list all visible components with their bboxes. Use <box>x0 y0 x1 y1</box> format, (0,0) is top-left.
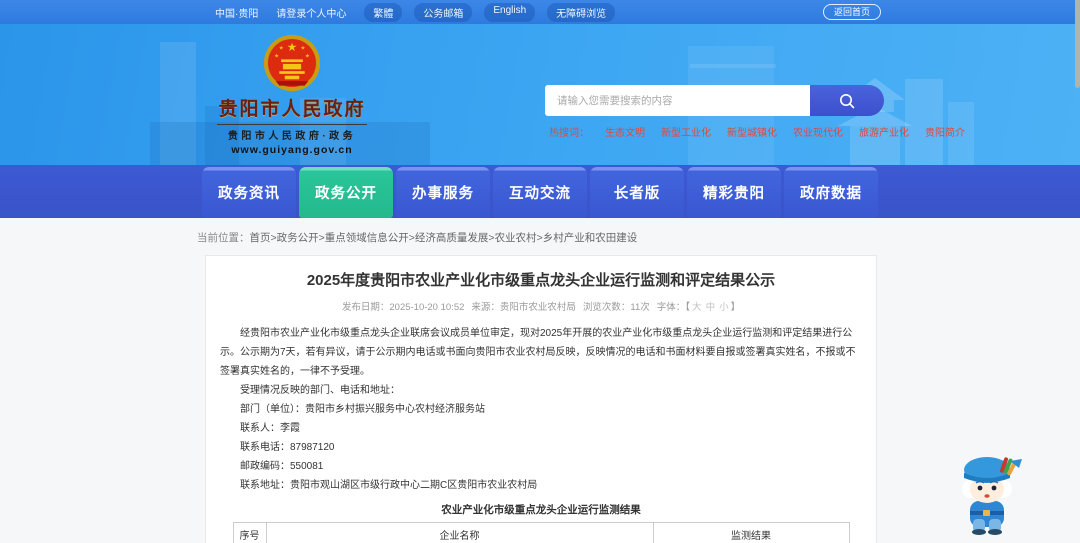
breadcrumb: 当前位置：首页>政务公开>重点领域信息公开>经济高质量发展>农业农村>乡村产业和… <box>197 230 637 245</box>
hot-search-words: 生态文明 新型工业化 新型城镇化 农业现代化 旅游产业化 贵阳简介 <box>605 124 965 139</box>
breadcrumb-segment-1[interactable]: 政务公开 <box>277 232 319 244</box>
table-col-header-2: 监测结果 <box>652 522 850 543</box>
topbar: 中国·贵阳 请登录个人中心 繁體 公务邮箱 English 无障碍浏览 返回首页 <box>0 0 1080 24</box>
hot-word-5[interactable]: 贵阳简介 <box>925 124 965 139</box>
table-col-header-0: 序号 <box>232 522 267 543</box>
topbar-pill-link-2[interactable]: English <box>484 2 536 22</box>
article-paragraph-4: 联系电话：87987120 <box>240 442 335 453</box>
site-logo-block[interactable]: ★ ★ ★ ★ ★ 贵阳市人民政府 贵阳市人民政府·政务 www.guiyang… <box>203 34 381 156</box>
topbar-login-link[interactable]: 请登录个人中心 <box>276 5 346 20</box>
scrollbar-thumb[interactable] <box>1075 0 1080 88</box>
main-navigation: 政务资讯 政务公开 办事服务 互动交流 长者版 精彩贵阳 政府数据 <box>0 165 1080 218</box>
nav-tab-2[interactable]: 办事服务 <box>396 167 490 218</box>
site-title-divider <box>217 124 367 125</box>
article-meta: 发布日期：2025-10-20 10:52 来源：贵阳市农业农村局 浏览次数：1… <box>220 299 862 313</box>
meta-publish-date: 发布日期：2025-10-20 10:52 <box>341 302 465 313</box>
banner-cityscape <box>150 42 974 165</box>
font-size-option-2[interactable]: 小 <box>719 302 729 313</box>
site-url: www.guiyang.gov.cn <box>231 144 353 156</box>
meta-font-label: 字体：【 <box>656 302 691 313</box>
topbar-pill-link-1[interactable]: 公务邮箱 <box>414 2 473 22</box>
service-mascot-figure[interactable] <box>950 449 1024 535</box>
meta-view-count: 浏览次数：11次 <box>582 302 650 313</box>
meta-font-control: 字体：【大中小】 <box>657 299 740 313</box>
hot-word-3[interactable]: 农业现代化 <box>793 124 843 139</box>
search-input[interactable] <box>545 85 810 116</box>
article-paragraph-6: 联系地址：贵阳市观山湖区市级行政中心二期C区贵阳市农业农村局 <box>240 480 538 491</box>
topbar-links: 中国·贵阳 请登录个人中心 繁體 公务邮箱 English 无障碍浏览 <box>215 2 616 22</box>
article-paragraph-1: 受理情况反映的部门、电话和地址： <box>240 385 400 396</box>
breadcrumb-segment-5[interactable]: 乡村产业和农田建设 <box>543 232 638 244</box>
font-size-option-1[interactable]: 中 <box>706 302 716 313</box>
topbar-pill-link-0[interactable]: 繁體 <box>364 2 403 22</box>
hot-search-row: 热搜词： 生态文明 新型工业化 新型城镇化 农业现代化 旅游产业化 贵阳简介 <box>549 124 965 139</box>
meta-source: 来源：贵阳市农业农村局 <box>471 302 576 313</box>
breadcrumb-segment-0[interactable]: 首页 <box>250 232 271 244</box>
hot-word-2[interactable]: 新型城镇化 <box>727 124 777 139</box>
hot-word-4[interactable]: 旅游产业化 <box>859 124 909 139</box>
svg-text:★: ★ <box>305 54 310 60</box>
table-caption: 农业产业化市级重点龙头企业运行监测结果 <box>441 504 641 516</box>
svg-text:★: ★ <box>287 41 298 54</box>
article-paragraph-3: 联系人：李霞 <box>240 423 300 434</box>
svg-text:★: ★ <box>300 45 305 51</box>
hot-word-1[interactable]: 新型工业化 <box>661 124 711 139</box>
svg-text:★: ★ <box>279 45 284 51</box>
table-header-row: 序号 企业名称 监测结果 <box>232 522 850 543</box>
topbar-pill-links: 繁體 公务邮箱 English 无障碍浏览 <box>364 2 616 22</box>
meta-font-close: 】 <box>730 302 741 313</box>
font-size-option-0[interactable]: 大 <box>692 302 702 313</box>
topbar-region-link[interactable]: 中国·贵阳 <box>215 5 258 20</box>
svg-text:★: ★ <box>274 54 279 60</box>
nav-tab-6[interactable]: 政府数据 <box>784 167 878 218</box>
site-banner: ★ ★ ★ ★ ★ 贵阳市人民政府 贵阳市人民政府·政务 www.guiyang… <box>0 24 1080 165</box>
hot-word-0[interactable]: 生态文明 <box>605 124 645 139</box>
topbar-pill-link-3[interactable]: 无障碍浏览 <box>547 2 616 22</box>
article-card: 2025年度贵阳市农业产业化市级重点龙头企业运行监测和评定结果公示 发布日期：2… <box>205 255 877 543</box>
nav-tab-0[interactable]: 政务资讯 <box>202 167 296 218</box>
site-subtitle: 贵阳市人民政府·政务 <box>227 131 357 142</box>
article-paragraph-0: 经贵阳市农业产业化市级重点龙头企业联席会议成员单位审定，现对2025年开展的农业… <box>220 328 856 377</box>
breadcrumb-path: 首页>政务公开>重点领域信息公开>经济高质量发展>农业农村>乡村产业和农田建设 <box>250 232 638 244</box>
content-area: 当前位置：首页>政务公开>重点领域信息公开>经济高质量发展>农业农村>乡村产业和… <box>0 218 1080 543</box>
article-paragraph-2: 部门（单位）：贵阳市乡村振兴服务中心农村经济服务站 <box>240 404 485 415</box>
magnifier-icon <box>840 93 855 108</box>
hot-search-label: 热搜词： <box>549 128 589 139</box>
breadcrumb-label: 当前位置： <box>197 232 250 244</box>
site-title: 贵阳市人民政府 <box>218 99 366 120</box>
breadcrumb-segment-3[interactable]: 经济高质量发展 <box>415 232 489 244</box>
breadcrumb-segment-4[interactable]: 农业农村 <box>495 232 537 244</box>
search-button[interactable] <box>810 85 884 116</box>
article-title: 2025年度贵阳市农业产业化市级重点龙头企业运行监测和评定结果公示 <box>306 272 776 289</box>
article-body: 经贵阳市农业产业化市级重点龙头企业联席会议成员单位审定，现对2025年开展的农业… <box>220 324 862 495</box>
nav-tab-5[interactable]: 精彩贵阳 <box>687 167 781 218</box>
nav-tab-1[interactable]: 政务公开 <box>299 167 393 218</box>
article-paragraph-5: 邮政编码：550081 <box>240 461 324 472</box>
search-bar <box>545 85 884 116</box>
nav-tab-3[interactable]: 互动交流 <box>493 167 587 218</box>
back-home-button[interactable]: 返回首页 <box>822 4 881 20</box>
national-emblem-icon: ★ ★ ★ ★ ★ <box>263 34 321 92</box>
nav-tab-4[interactable]: 长者版 <box>590 167 684 218</box>
browser-page: 中国·贵阳 请登录个人中心 繁體公务邮箱 English 无障碍浏览 返回首页 <box>0 0 1080 543</box>
breadcrumb-segment-2[interactable]: 重点领域信息公开 <box>325 232 409 244</box>
monitoring-result-table: 序号企业名称监测结果 1贵州合力超市采购有限公司合格2贵州友禾种业有限公司合格3… <box>232 522 850 543</box>
nav-tabs: 政务资讯 政务公开 办事服务 互动交流 长者版 精彩贵阳 政府数据 <box>202 167 878 218</box>
table-col-header-1: 企业名称 <box>265 522 654 543</box>
